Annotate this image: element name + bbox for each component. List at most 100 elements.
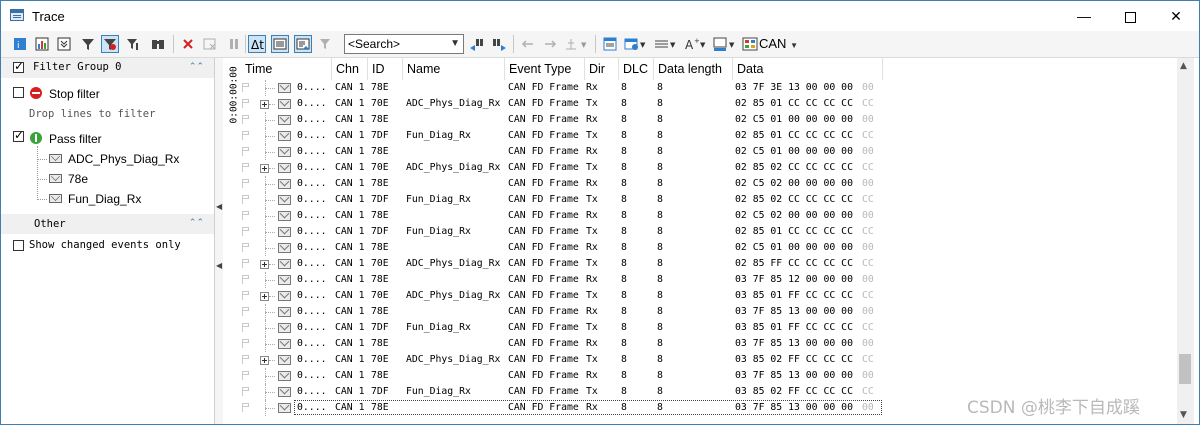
vertical-scrollbar[interactable]: ▲ ▼	[1177, 58, 1194, 424]
bookmark-flag-icon[interactable]	[242, 195, 251, 204]
bookmark-flag-icon[interactable]	[242, 243, 251, 252]
table-row[interactable]: 0.... CAN 1 78E CAN FD Frame Rx 8 8 02 C5 01 00…	[223, 144, 1177, 160]
bookmark-flag-icon[interactable]	[242, 307, 251, 316]
log-window-button[interactable]	[601, 35, 619, 53]
expand-row-icon[interactable]	[260, 100, 269, 109]
table-row[interactable]: 0.... CAN 1 78E CAN FD Frame Rx 8 8 02 C5 01 00…	[223, 240, 1177, 256]
table-row[interactable]: 0.... CAN 1 78E CAN FD Frame Rx 8 8 02 C5 02 00…	[223, 208, 1177, 224]
next-marker-button[interactable]	[541, 35, 559, 53]
column-header-chn[interactable]: Chn	[332, 58, 368, 80]
bookmark-flag-icon[interactable]	[242, 339, 251, 348]
bookmark-flag-icon[interactable]	[242, 99, 251, 108]
table-row[interactable]: 0.... CAN 1 70E ADC_Phys_Diag_Rx CAN FD Fram…	[223, 288, 1177, 304]
column-header-data[interactable]: Data	[733, 58, 883, 80]
column-header-dlc[interactable]: DLC	[619, 58, 654, 80]
bus-icon-button[interactable]	[741, 35, 759, 53]
bookmark-flag-icon[interactable]	[242, 211, 251, 220]
expand-row-icon[interactable]	[260, 292, 269, 301]
filter-funnel-button[interactable]	[79, 35, 97, 53]
table-row[interactable]: 0.... CAN 1 78E CAN FD Frame Rx 8 8 02 C5 01 00…	[223, 112, 1177, 128]
collapse-chevron-icon[interactable]: ⌃⌃	[189, 218, 204, 228]
scroll-down-icon[interactable]: ▼	[1180, 410, 1187, 420]
bookmark-flag-icon[interactable]	[242, 387, 251, 396]
table-row[interactable]: 0.... CAN 1 78E CAN FD Frame Rx 8 8 03 7F 85 13…	[223, 304, 1177, 320]
table-row[interactable]: 0.... CAN 1 70E ADC_Phys_Diag_Rx CAN FD Fram…	[223, 352, 1177, 368]
bookmark-flag-icon[interactable]	[242, 259, 251, 268]
show-changed-checkbox[interactable]	[13, 240, 24, 251]
bookmark-flag-icon[interactable]	[242, 323, 251, 332]
column-filter-button[interactable]	[317, 35, 335, 53]
font-size-dropdown[interactable]: A + ▼	[683, 35, 709, 53]
bookmark-flag-icon[interactable]	[242, 115, 251, 124]
search-box[interactable]: <Search> ▼	[344, 34, 464, 54]
scroll-up-icon[interactable]: ▲	[1180, 61, 1187, 71]
time-mode-toggle[interactable]: Δt	[248, 35, 266, 53]
column-header-data-length[interactable]: Data length	[654, 58, 733, 80]
clear-all-button[interactable]	[201, 35, 219, 53]
bus-selector[interactable]: CAN ▼	[759, 36, 798, 51]
stop-filter-checkbox[interactable]	[13, 87, 24, 98]
bookmark-flag-icon[interactable]	[242, 403, 251, 412]
table-row[interactable]: 0.... CAN 1 70E ADC_Phys_Diag_Rx CAN FD Fram…	[223, 160, 1177, 176]
scroll-to-end-button[interactable]	[55, 35, 73, 53]
column-header-id[interactable]: ID	[368, 58, 403, 80]
find-button[interactable]	[149, 35, 167, 53]
collapse-left-icon[interactable]: ◀	[216, 261, 222, 270]
bookmark-flag-icon[interactable]	[242, 227, 251, 236]
previous-marker-button[interactable]	[519, 35, 537, 53]
column-header-dir[interactable]: Dir	[585, 58, 619, 80]
table-row[interactable]: 0.... CAN 1 78E CAN FD Frame Rx 8 8 03 7F 85 12…	[223, 272, 1177, 288]
table-row[interactable]: 0.... CAN 1 7DF Fun_Diag_Rx CAN FD Frame Tx 8 8…	[223, 192, 1177, 208]
column-header-name[interactable]: Name	[403, 58, 505, 80]
clear-button[interactable]	[179, 35, 197, 53]
bookmark-flag-icon[interactable]	[242, 275, 251, 284]
expand-row-icon[interactable]	[260, 164, 269, 173]
bookmark-flag-icon[interactable]	[242, 83, 251, 92]
color-dropdown[interactable]: ▼	[712, 35, 738, 53]
table-row[interactable]: 0.... CAN 1 70E ADC_Phys_Diag_Rx CAN FD Fram…	[223, 256, 1177, 272]
bookmark-flag-icon[interactable]	[242, 291, 251, 300]
pass-filter-item[interactable]: 78e	[68, 172, 88, 186]
other-group-header[interactable]: Other ⌃⌃	[1, 214, 214, 234]
table-row[interactable]: 0.... CAN 1 7DF Fun_Diag_Rx CAN FD Frame Tx 8 8…	[223, 320, 1177, 336]
minimize-button[interactable]: —	[1061, 1, 1107, 31]
search-backward-button[interactable]	[468, 35, 486, 53]
line-style-dropdown[interactable]: ▼	[653, 35, 679, 53]
search-dropdown-icon[interactable]: ▼	[450, 35, 460, 53]
stop-filter-toggle[interactable]	[101, 35, 119, 53]
expand-row-icon[interactable]	[260, 356, 269, 365]
pause-button[interactable]	[225, 35, 243, 53]
collapse-left-icon[interactable]: ◀	[216, 202, 222, 211]
scroll-thumb[interactable]	[1179, 354, 1191, 384]
marker-dropdown[interactable]: ▼	[563, 35, 591, 53]
bookmark-flag-icon[interactable]	[242, 147, 251, 156]
export-dropdown[interactable]: ▼	[623, 35, 649, 53]
table-row[interactable]: 0.... CAN 1 7DF Fun_Diag_Rx CAN FD Frame Tx 8 8…	[223, 224, 1177, 240]
filter-group-checkbox[interactable]	[13, 59, 24, 73]
search-forward-button[interactable]	[490, 35, 508, 53]
expand-row-icon[interactable]	[260, 260, 269, 269]
close-button[interactable]: ✕	[1153, 1, 1199, 31]
column-header-event-type[interactable]: Event Type	[505, 58, 585, 80]
table-row[interactable]: 0.... CAN 1 78E CAN FD Frame Rx 8 8 02 C5 02 00…	[223, 176, 1177, 192]
bookmark-flag-icon[interactable]	[242, 355, 251, 364]
pass-filter-checkbox[interactable]	[13, 128, 24, 142]
filter-group-header[interactable]: Filter Group 0 ⌃⌃	[1, 58, 214, 78]
table-row[interactable]: 0.... CAN 1 78E CAN FD Frame Rx 8 8 03 7F 85 13…	[223, 336, 1177, 352]
pass-filter-item[interactable]: Fun_Diag_Rx	[68, 192, 141, 206]
pass-filter-button[interactable]	[125, 35, 143, 53]
maximize-button[interactable]	[1107, 1, 1153, 31]
table-row[interactable]: 0.... CAN 1 7DF Fun_Diag_Rx CAN FD Frame Tx 8 8…	[223, 128, 1177, 144]
bookmark-flag-icon[interactable]	[242, 179, 251, 188]
table-row[interactable]: 0.... CAN 1 78E CAN FD Frame Rx 8 8 03 7F 3E 13…	[223, 80, 1177, 96]
statistics-button[interactable]	[33, 35, 51, 53]
fixed-position-toggle[interactable]	[294, 35, 312, 53]
pass-filter-item[interactable]: ADC_Phys_Diag_Rx	[68, 152, 179, 166]
bookmark-flag-icon[interactable]	[242, 163, 251, 172]
bookmark-flag-icon[interactable]	[242, 131, 251, 140]
chronological-toggle[interactable]	[271, 35, 289, 53]
panel-splitter[interactable]: ◀ ◀	[215, 58, 223, 424]
collapse-chevron-icon[interactable]: ⌃⌃	[189, 62, 204, 72]
detail-view-button[interactable]: i	[11, 35, 29, 53]
bookmark-flag-icon[interactable]	[242, 371, 251, 380]
